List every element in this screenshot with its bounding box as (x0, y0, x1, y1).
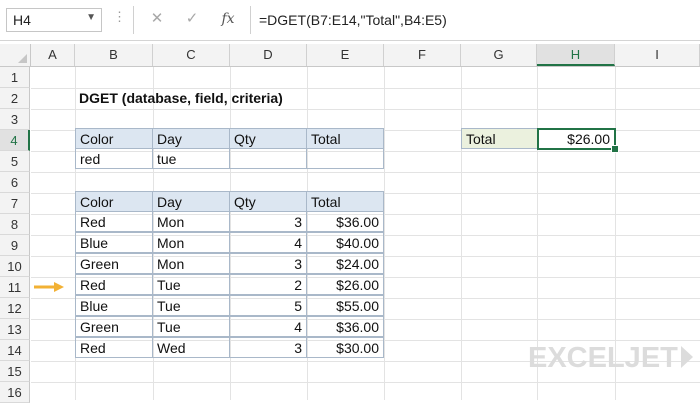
table-cell[interactable]: 5 (229, 295, 307, 316)
criteria-header-color[interactable]: Color (75, 128, 153, 149)
column-header-row: A B C D E F G H I (0, 44, 700, 67)
criteria-header-qty[interactable]: Qty (229, 128, 307, 149)
select-all-button[interactable] (0, 44, 31, 66)
table-cell[interactable]: Red (75, 337, 153, 358)
table-cell[interactable]: $36.00 (306, 316, 384, 337)
criteria-header-total[interactable]: Total (306, 128, 384, 149)
column-header-c[interactable]: C (153, 44, 230, 66)
row-header-1[interactable]: 1 (0, 67, 30, 88)
column-header-e[interactable]: E (307, 44, 384, 66)
table-cell[interactable]: 4 (229, 232, 307, 253)
formula-bar: H4 ▼ ⋮ ✕ ✓ fx =DGET(B7:E14,"Total",B4:E5… (0, 0, 700, 41)
chevron-down-icon[interactable]: ▼ (86, 12, 96, 23)
column-header-f[interactable]: F (384, 44, 461, 66)
row-header-13[interactable]: 13 (0, 319, 30, 340)
table-cell[interactable]: Green (75, 316, 153, 337)
table-cell[interactable]: Red (75, 274, 153, 295)
row-header-15[interactable]: 15 (0, 361, 30, 382)
function-icon[interactable]: fx (217, 8, 239, 30)
formula-text: =DGET(B7:E14,"Total",B4:E5) (259, 12, 447, 28)
formula-bar-divider (133, 6, 134, 34)
table-cell[interactable]: 3 (229, 211, 307, 232)
row-header-7[interactable]: 7 (0, 193, 30, 214)
table-cell[interactable]: $30.00 (306, 337, 384, 358)
sheet-title[interactable]: DGET (database, field, criteria) (75, 88, 375, 109)
select-all-icon (18, 54, 27, 63)
row-header-6[interactable]: 6 (0, 172, 30, 193)
column-header-g[interactable]: G (461, 44, 537, 66)
table-cell[interactable]: Blue (75, 232, 153, 253)
table-header-day[interactable]: Day (152, 191, 230, 212)
column-header-a[interactable]: A (31, 44, 75, 66)
column-header-i[interactable]: I (615, 44, 700, 66)
table-header-qty[interactable]: Qty (229, 191, 307, 212)
row-header-14[interactable]: 14 (0, 340, 30, 361)
table-cell[interactable]: $24.00 (306, 253, 384, 274)
table-cell[interactable]: Mon (152, 232, 230, 253)
row-header-8[interactable]: 8 (0, 214, 30, 235)
table-cell[interactable]: Tue (152, 295, 230, 316)
table-cell[interactable]: Mon (152, 211, 230, 232)
criteria-value-total[interactable] (306, 148, 384, 169)
table-cell[interactable]: Wed (152, 337, 230, 358)
table-cell[interactable]: Red (75, 211, 153, 232)
row-header-3[interactable]: 3 (0, 109, 30, 130)
name-box-value: H4 (13, 12, 31, 28)
table-cell[interactable]: $40.00 (306, 232, 384, 253)
more-options-icon: ⋮ (113, 9, 126, 24)
formula-input[interactable]: =DGET(B7:E14,"Total",B4:E5) (250, 6, 695, 34)
row-header-11[interactable]: 11 (0, 277, 30, 298)
row-header-12[interactable]: 12 (0, 298, 30, 319)
row-header-5[interactable]: 5 (0, 151, 30, 172)
arrow-right-icon (34, 282, 64, 292)
table-cell[interactable]: 4 (229, 316, 307, 337)
table-cell[interactable]: $26.00 (306, 274, 384, 295)
name-box[interactable]: H4 ▼ (6, 8, 102, 32)
exceljet-logo: EXCELJET (528, 342, 693, 375)
row-header-9[interactable]: 9 (0, 235, 30, 256)
criteria-value-qty[interactable] (229, 148, 307, 169)
table-cell[interactable]: Blue (75, 295, 153, 316)
logo-play-icon (680, 346, 693, 368)
fill-handle[interactable] (611, 145, 619, 153)
row-header-2[interactable]: 2 (0, 88, 30, 109)
row-header-10[interactable]: 10 (0, 256, 30, 277)
table-cell[interactable]: Mon (152, 253, 230, 274)
logo-text: EXCELJET (528, 342, 678, 374)
column-header-d[interactable]: D (230, 44, 307, 66)
enter-icon[interactable]: ✓ (181, 8, 203, 30)
table-cell[interactable]: Tue (152, 274, 230, 295)
result-label[interactable]: Total (461, 128, 538, 149)
column-header-h[interactable]: H (537, 44, 615, 66)
table-cell[interactable]: Green (75, 253, 153, 274)
column-header-b[interactable]: B (75, 44, 153, 66)
table-cell[interactable]: 3 (229, 337, 307, 358)
criteria-header-day[interactable]: Day (152, 128, 230, 149)
criteria-value-color[interactable]: red (75, 148, 153, 169)
table-header-color[interactable]: Color (75, 191, 153, 212)
result-value-cell[interactable]: $26.00 (537, 128, 616, 150)
table-cell[interactable]: $55.00 (306, 295, 384, 316)
table-header-total[interactable]: Total (306, 191, 384, 212)
cancel-icon[interactable]: ✕ (146, 8, 168, 30)
row-header-4[interactable]: 4 (0, 130, 30, 151)
criteria-value-day[interactable]: tue (152, 148, 230, 169)
table-cell[interactable]: $36.00 (306, 211, 384, 232)
table-cell[interactable]: Tue (152, 316, 230, 337)
table-cell[interactable]: 3 (229, 253, 307, 274)
table-cell[interactable]: 2 (229, 274, 307, 295)
